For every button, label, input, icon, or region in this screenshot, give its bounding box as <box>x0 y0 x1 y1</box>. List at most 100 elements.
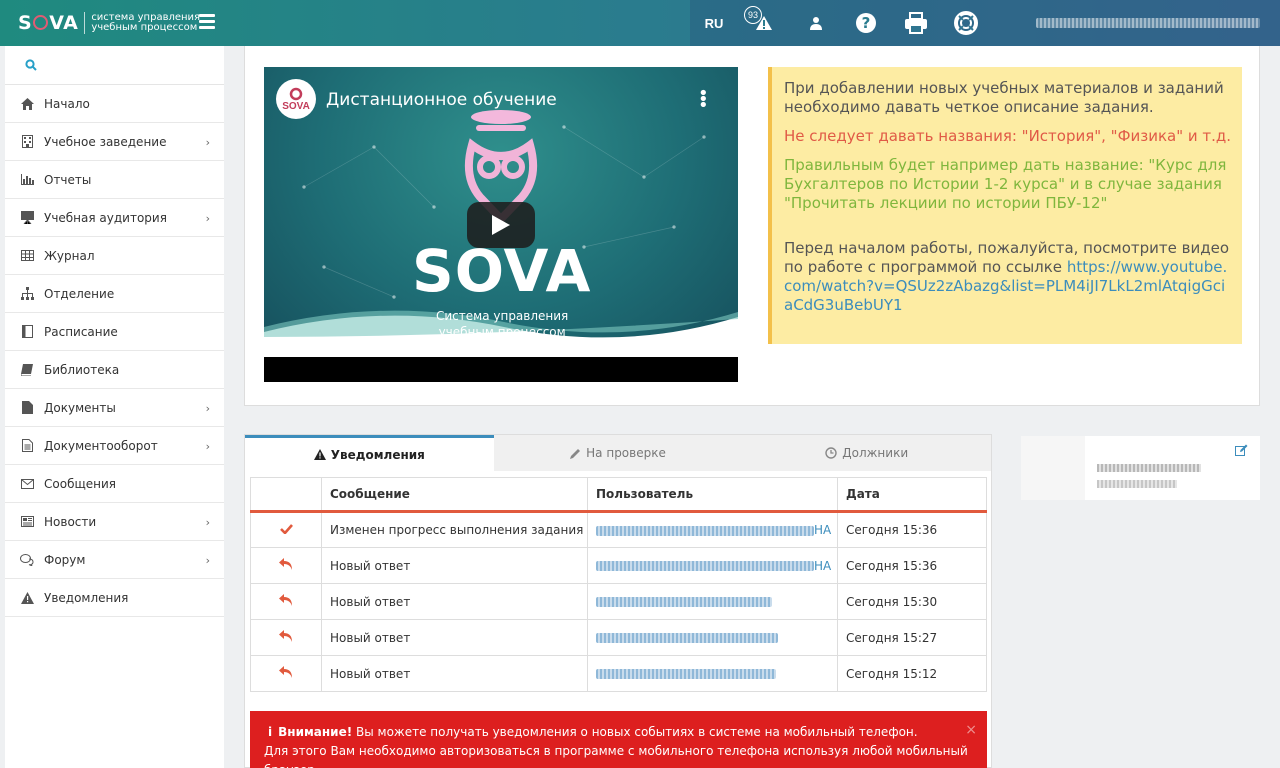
chevron-right-icon: › <box>205 554 210 567</box>
clock-icon <box>825 447 837 459</box>
reply-icon <box>279 630 292 642</box>
tab-notifications[interactable]: Уведомления <box>245 435 494 471</box>
bar-chart-icon <box>20 173 34 187</box>
reply-icon <box>279 594 292 606</box>
sidebar-item-notifications[interactable]: Уведомления <box>5 579 224 617</box>
table-row[interactable]: Изменен прогресс выполнения задания НА С… <box>250 511 987 548</box>
sidebar-item-documents[interactable]: Документы › <box>5 389 224 427</box>
edit-icon[interactable] <box>1235 444 1248 456</box>
sidebar-item-news[interactable]: Новости › <box>5 503 224 541</box>
sidebar-item-label: Отчеты <box>44 172 92 187</box>
lifebuoy-icon <box>954 11 978 35</box>
info-icon: i <box>268 725 273 739</box>
print-button[interactable] <box>896 0 936 46</box>
sidebar-item-label: Журнал <box>44 248 95 263</box>
building-icon <box>20 135 34 149</box>
reply-icon <box>279 558 292 570</box>
table-header-row: Сообщение Пользователь Дата <box>250 477 987 513</box>
table-row[interactable]: Новый ответ НА Сегодня 15:36 <box>250 547 987 584</box>
user-cell[interactable]: НА <box>587 547 838 584</box>
notification-count-badge: 93 <box>744 6 762 24</box>
sidebar-item-document-flow[interactable]: Документооборот › <box>5 427 224 465</box>
table-row[interactable]: Новый ответ Сегодня 15:12 <box>250 655 987 692</box>
info-paragraph: При добавлении новых учебных материалов … <box>784 79 1224 116</box>
date-cell: Сегодня 15:30 <box>837 583 987 620</box>
sidebar-item-library[interactable]: Библиотека <box>5 351 224 389</box>
sidebar-item-label: Учебное заведение <box>44 134 167 149</box>
sidebar-item-home[interactable]: Начало <box>5 85 224 123</box>
sitemap-icon <box>20 287 34 301</box>
current-user-name-redacted[interactable] <box>1036 18 1260 28</box>
sidebar-item-label: Библиотека <box>44 362 120 377</box>
table-row[interactable]: Новый ответ Сегодня 15:27 <box>250 619 987 656</box>
sidebar-item-schedule[interactable]: Расписание <box>5 313 224 351</box>
more-options-icon[interactable]: • • • <box>698 85 709 115</box>
user-cell[interactable] <box>587 655 838 692</box>
user-cell[interactable] <box>587 583 838 620</box>
tutorial-video-player[interactable]: SOVA Дистанционное обучение • • • SOVA Сис… <box>264 67 738 382</box>
sidebar-item-label: Документы <box>44 400 116 415</box>
message-cell: Новый ответ <box>321 619 588 656</box>
table-row[interactable]: Новый ответ Сегодня 15:30 <box>250 583 987 620</box>
home-icon <box>20 97 34 111</box>
date-cell: Сегодня 15:36 <box>837 547 987 584</box>
column-header-message[interactable]: Сообщение <box>321 477 588 513</box>
user-cell[interactable] <box>587 619 838 656</box>
check-icon <box>279 524 293 535</box>
sidebar-item-messages[interactable]: Сообщения <box>5 465 224 503</box>
play-button[interactable] <box>467 202 535 248</box>
sidebar-item-forum[interactable]: Форум › <box>5 541 224 579</box>
sidebar-item-label: Новости <box>44 514 97 529</box>
tab-debtors[interactable]: Должники <box>742 435 991 471</box>
close-icon[interactable]: × <box>965 721 977 740</box>
column-header-date[interactable]: Дата <box>837 477 987 513</box>
warning-icon <box>313 449 326 460</box>
user-cell[interactable]: НА <box>587 511 838 548</box>
support-button[interactable] <box>946 0 986 46</box>
hamburger-menu-icon[interactable] <box>199 14 215 30</box>
help-button[interactable]: ? <box>846 0 886 46</box>
sidebar-item-label: Учебная аудитория <box>44 210 167 225</box>
calendar-icon <box>20 325 34 339</box>
search-icon[interactable] <box>25 59 37 71</box>
language-switcher[interactable]: RU <box>694 0 734 46</box>
sidebar: Начало Учебное заведение › Отчеты Учебна… <box>5 46 224 768</box>
channel-avatar[interactable]: SOVA <box>276 79 316 119</box>
instructions-callout: При добавлении новых учебных материалов … <box>768 67 1242 344</box>
comments-icon <box>20 553 34 567</box>
column-header-icon <box>250 477 322 513</box>
info-warning-paragraph: Не следует давать названия: "История", "… <box>784 127 1232 145</box>
app-logo[interactable]: S VA система управления учебным процессом <box>18 10 200 36</box>
sidebar-item-journal[interactable]: Журнал <box>5 237 224 275</box>
file-icon <box>20 401 34 415</box>
date-cell: Сегодня 15:36 <box>837 511 987 548</box>
sidebar-item-department[interactable]: Отделение <box>5 275 224 313</box>
alert-line-1: i Внимание! Вы можете получать уведомлени… <box>268 725 918 739</box>
welcome-panel: SOVA Дистанционное обучение • • • SOVA Сис… <box>244 46 1260 406</box>
sidebar-item-institution[interactable]: Учебное заведение › <box>5 123 224 161</box>
column-header-user[interactable]: Пользователь <box>587 477 838 513</box>
sidebar-item-classroom[interactable]: Учебная аудитория › <box>5 199 224 237</box>
chevron-right-icon: › <box>205 516 210 529</box>
sidebar-item-reports[interactable]: Отчеты <box>5 161 224 199</box>
tab-on-review[interactable]: На проверке <box>494 435 743 471</box>
video-title[interactable]: Дистанционное обучение <box>326 90 557 110</box>
notifications-button[interactable]: 93 <box>744 0 784 46</box>
user-role-redacted <box>1097 480 1177 488</box>
sidebar-item-label: Начало <box>44 96 90 111</box>
sidebar-item-label: Документооборот <box>44 438 158 453</box>
pencil-icon <box>570 448 581 459</box>
profile-button[interactable] <box>796 0 836 46</box>
sidebar-search[interactable] <box>5 46 224 85</box>
table-icon <box>20 249 34 263</box>
sidebar-item-label: Форум <box>44 552 86 567</box>
sidebar-item-label: Отделение <box>44 286 115 301</box>
notifications-table: Сообщение Пользователь Дата Изменен прог… <box>250 477 987 692</box>
envelope-icon <box>20 477 34 491</box>
activity-tabs: Уведомления На проверке Должники <box>245 435 991 471</box>
user-icon <box>810 17 822 30</box>
video-subtitle: Система управления учебным процессом <box>436 309 569 339</box>
play-icon <box>492 215 510 235</box>
sidebar-item-label: Сообщения <box>44 476 117 491</box>
mobile-notification-alert: i Внимание! Вы можете получать уведомлени… <box>250 711 987 768</box>
